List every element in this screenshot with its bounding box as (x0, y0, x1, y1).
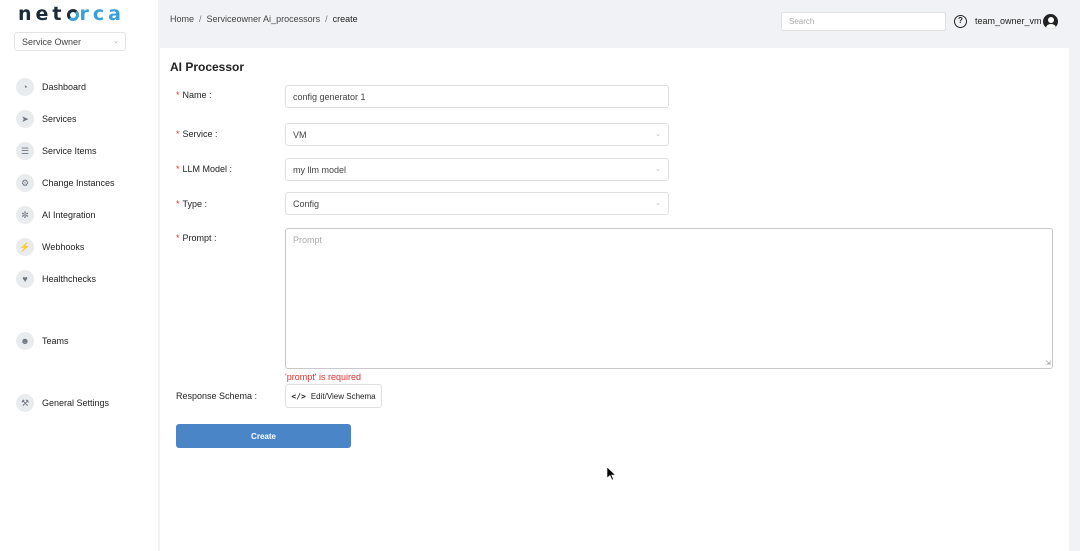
chevron-down-icon: ⌄ (655, 200, 661, 207)
sidebar-item-label: Services (42, 114, 77, 124)
brain-icon: ✼ (16, 206, 34, 224)
sidebar-item-label: Dashboard (42, 82, 87, 92)
resize-handle-icon[interactable]: ⇲ (1045, 359, 1051, 367)
heartbeat-icon: ♥ (16, 270, 34, 288)
type-label-text: Type (182, 199, 203, 209)
page-title: AI Processor (170, 60, 245, 74)
name-label-text: Name (182, 90, 207, 100)
role-select[interactable]: Service Owner ⌄ (14, 32, 126, 51)
prompt-placeholder: Prompt (293, 235, 323, 245)
code-icon: </> (291, 391, 306, 401)
sidebar-item-healthchecks[interactable]: ♥ Healthchecks (16, 269, 96, 289)
name-input-value: config generator 1 (293, 92, 366, 102)
chevron-down-icon: ⌄ (655, 131, 661, 138)
sidebar-item-label: AI Integration (42, 210, 96, 220)
sidebar-item-webhooks[interactable]: ⚡ Webhooks (16, 237, 84, 257)
response-schema-label: Response Schema : (176, 391, 258, 401)
username[interactable]: team_owner_vm (975, 16, 1042, 26)
service-select[interactable]: VM ⌄ (285, 123, 669, 146)
plug-icon: ⚡ (16, 238, 34, 256)
breadcrumb: Home / Serviceowner Ai_processors / create (170, 14, 358, 24)
breadcrumb-separator: / (199, 14, 202, 24)
required-marker: * (176, 90, 180, 100)
name-label: * Name : (176, 90, 212, 100)
sidebar-item-label: Healthchecks (42, 274, 97, 284)
prompt-label: * Prompt : (176, 233, 217, 243)
llm-model-label-text: LLM Model (182, 164, 228, 174)
gears-icon: ⚙ (16, 174, 34, 192)
llm-model-select[interactable]: my llm model ⌄ (285, 158, 669, 181)
required-marker: * (176, 164, 180, 174)
type-select-value: Config (293, 199, 320, 209)
logo-ring (66, 9, 79, 21)
sidebar-item-change-instances[interactable]: ⚙ Change Instances (16, 173, 115, 193)
breadcrumb-section[interactable]: Serviceowner Ai_processors (207, 14, 321, 24)
breadcrumb-current: create (332, 14, 358, 24)
sidebar-item-label: Service Items (42, 146, 97, 156)
prompt-error: 'prompt' is required (285, 372, 361, 382)
user-avatar-icon[interactable] (1043, 14, 1058, 29)
edit-view-schema-button[interactable]: </> Edit/View Schema (285, 384, 382, 408)
sidebar-item-service-items[interactable]: ☰ Service Items (16, 141, 97, 161)
type-label: * Type : (176, 199, 208, 209)
dashboard-icon: ◔ (16, 78, 34, 96)
wrench-icon: ⚒ (16, 394, 34, 412)
create-button[interactable]: Create (176, 424, 351, 448)
llm-model-select-value: my llm model (293, 165, 347, 175)
sidebar-item-ai-integration[interactable]: ✼ AI Integration (16, 205, 96, 225)
logo-text-end: rca (79, 3, 125, 25)
service-select-value: VM (293, 130, 307, 140)
response-schema-label-text: Response Schema (176, 391, 253, 401)
mouse-cursor (606, 466, 617, 483)
prompt-label-text: Prompt (182, 233, 212, 243)
logo-text-start: net (18, 3, 66, 25)
chevron-down-icon: ⌄ (655, 166, 661, 173)
service-label: * Service : (176, 129, 218, 139)
help-icon[interactable]: ? (954, 15, 967, 28)
service-label-text: Service (182, 129, 213, 139)
rocket-icon: ➤ (16, 110, 34, 128)
llm-model-label: * LLM Model : (176, 164, 233, 174)
users-icon: ☻ (16, 332, 34, 350)
sidebar-item-teams[interactable]: ☻ Teams (16, 331, 69, 351)
edit-view-schema-label: Edit/View Schema (310, 391, 376, 401)
name-input[interactable]: config generator 1 (285, 85, 669, 108)
chevron-down-icon: ⌄ (113, 38, 119, 45)
sidebar-item-general-settings[interactable]: ⚒ General Settings (16, 393, 109, 413)
sidebar-item-services[interactable]: ➤ Services (16, 109, 77, 129)
search-input[interactable]: Search (781, 12, 946, 31)
sidebar-item-label: Change Instances (42, 178, 115, 188)
sidebar-item-label: Teams (42, 336, 69, 346)
breadcrumb-separator: / (325, 14, 328, 24)
netorca-logo[interactable]: net rca (18, 3, 125, 25)
type-select[interactable]: Config ⌄ (285, 192, 669, 215)
sidebar-item-label: Webhooks (42, 242, 85, 252)
sidebar-item-label: General Settings (42, 398, 110, 408)
required-marker: * (176, 129, 180, 139)
required-marker: * (176, 199, 180, 209)
role-select-value: Service Owner (22, 37, 82, 47)
required-marker: * (176, 233, 180, 243)
breadcrumb-home[interactable]: Home (170, 14, 194, 24)
sidebar-item-dashboard[interactable]: ◔ Dashboard (16, 77, 86, 97)
prompt-textarea[interactable]: Prompt ⇲ (285, 228, 1053, 369)
sidebar: net rca Service Owner ⌄ ◔ Dashboard ➤ Ser… (0, 0, 158, 551)
list-icon: ☰ (16, 142, 34, 160)
